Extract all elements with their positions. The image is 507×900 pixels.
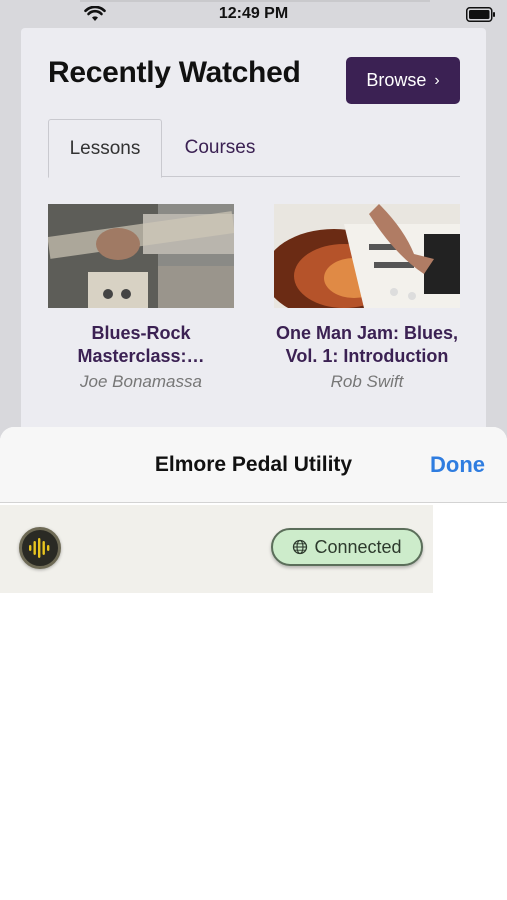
guitar-photo-image <box>274 204 460 308</box>
tab-courses[interactable]: Courses <box>172 119 268 177</box>
globe-icon <box>293 539 308 555</box>
lesson-title: One Man Jam: Blues, Vol. 1: Introduction <box>275 323 459 366</box>
browse-label: Browse <box>366 70 427 90</box>
done-button[interactable]: Done <box>430 452 485 478</box>
waveform-icon <box>29 538 50 558</box>
modal-sheet: Elmore Pedal Utility Done Connected <box>0 427 507 900</box>
tab-bar: Lessons Courses <box>48 119 460 178</box>
pedal-toolbar: Connected <box>0 505 433 593</box>
lesson-thumbnail[interactable] <box>48 204 234 308</box>
sheet-header: Elmore Pedal Utility Done <box>0 427 507 503</box>
browse-button[interactable]: Browse › <box>346 57 460 104</box>
connection-status-badge[interactable]: Connected <box>271 528 423 566</box>
chevron-right-icon: › <box>434 71 440 89</box>
tab-label: Lessons <box>69 137 141 159</box>
lesson-author: Joe Bonamassa <box>80 372 202 391</box>
guitar-photo-image <box>48 204 234 308</box>
lesson-card[interactable]: One Man Jam: Blues, Vol. 1: Introduction… <box>274 204 460 392</box>
lesson-card[interactable]: Blues-Rock Masterclass:… Joe Bonamassa <box>48 204 234 392</box>
tab-label: Courses <box>184 137 256 158</box>
status-bar: 12:49 PM <box>0 0 507 28</box>
status-time: 12:49 PM <box>218 5 289 22</box>
page-title: Recently Watched <box>48 56 301 89</box>
app-logo-icon[interactable] <box>19 527 61 569</box>
connection-status-label: Connected <box>314 536 402 557</box>
battery-icon <box>466 7 495 22</box>
tab-lessons[interactable]: Lessons <box>48 119 162 178</box>
lesson-title: Blues-Rock Masterclass:… <box>77 323 205 366</box>
lesson-thumbnail[interactable] <box>274 204 460 308</box>
notch-divider <box>80 0 430 2</box>
lesson-author: Rob Swift <box>330 372 404 391</box>
